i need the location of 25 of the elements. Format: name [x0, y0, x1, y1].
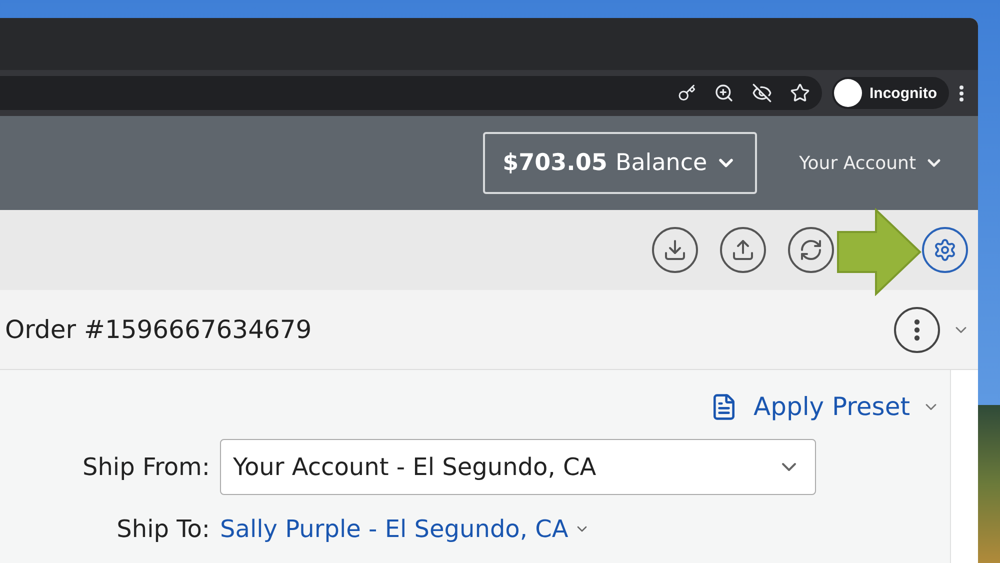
eye-off-icon[interactable]	[752, 83, 772, 103]
more-button[interactable]	[894, 306, 940, 352]
upload-icon	[731, 238, 755, 262]
upload-button[interactable]	[720, 227, 766, 273]
star-icon[interactable]	[790, 83, 810, 103]
balance-button[interactable]: $703.05 Balance	[482, 132, 758, 194]
account-button[interactable]: Your Account	[793, 152, 950, 174]
settings-button[interactable]	[922, 227, 968, 273]
apply-preset-link[interactable]: Apply Preset	[710, 392, 910, 421]
refresh-icon	[799, 238, 823, 262]
profile-button[interactable]: Incognito	[832, 77, 949, 109]
settings-icon	[933, 238, 957, 262]
download-button[interactable]	[652, 227, 698, 273]
ship-to-label: Ship To:	[116, 515, 211, 543]
kebab-icon	[914, 318, 920, 340]
ship-from-select[interactable]: Your Account - El Segundo, CA	[220, 439, 816, 495]
ship-to-link[interactable]: Sally Purple - El Segundo, CA	[220, 515, 590, 543]
download-icon	[663, 238, 687, 262]
refresh-button[interactable]	[788, 227, 834, 273]
order-title: Order #1596667634679	[5, 315, 313, 344]
avatar-icon	[834, 79, 862, 107]
menu-icon[interactable]	[959, 84, 964, 102]
zoom-icon[interactable]	[714, 83, 734, 103]
ship-from-label: Ship From:	[81, 453, 211, 481]
key-icon[interactable]	[678, 84, 696, 102]
